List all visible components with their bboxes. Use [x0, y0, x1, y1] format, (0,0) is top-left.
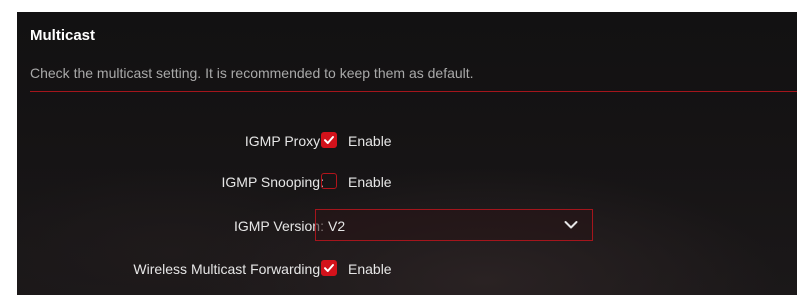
igmp-version-select[interactable]: V2 — [315, 209, 593, 241]
igmp-proxy-enable-label[interactable]: Enable — [348, 132, 392, 150]
chevron-down-icon — [564, 221, 578, 229]
wireless-multicast-forwarding-checkbox[interactable] — [321, 260, 337, 276]
igmp-snooping-row: IGMP Snooping: Enable — [17, 170, 797, 194]
igmp-version-row: IGMP Version: V2 — [17, 209, 797, 241]
wireless-multicast-forwarding-label: Wireless Multicast Forwarding: — [133, 261, 324, 277]
igmp-snooping-label: IGMP Snooping: — [221, 174, 324, 190]
checkmark-icon — [324, 136, 334, 144]
section-description: Check the multicast setting. It is recom… — [30, 65, 474, 81]
igmp-version-value: V2 — [328, 218, 346, 234]
igmp-proxy-checkbox[interactable] — [321, 132, 337, 148]
section-divider — [30, 91, 797, 92]
section-title: Multicast — [30, 27, 96, 44]
wireless-multicast-forwarding-row: Wireless Multicast Forwarding: Enable — [17, 257, 797, 281]
igmp-version-label: IGMP Version: — [233, 218, 324, 234]
wireless-multicast-forwarding-enable-label[interactable]: Enable — [348, 260, 392, 278]
multicast-panel: Multicast Check the multicast setting. I… — [17, 12, 797, 295]
igmp-snooping-enable-label[interactable]: Enable — [348, 173, 392, 191]
igmp-proxy-row: IGMP Proxy: Enable — [17, 129, 797, 153]
igmp-snooping-checkbox[interactable] — [321, 173, 337, 189]
igmp-proxy-label: IGMP Proxy: — [244, 133, 324, 149]
checkmark-icon — [324, 264, 334, 272]
